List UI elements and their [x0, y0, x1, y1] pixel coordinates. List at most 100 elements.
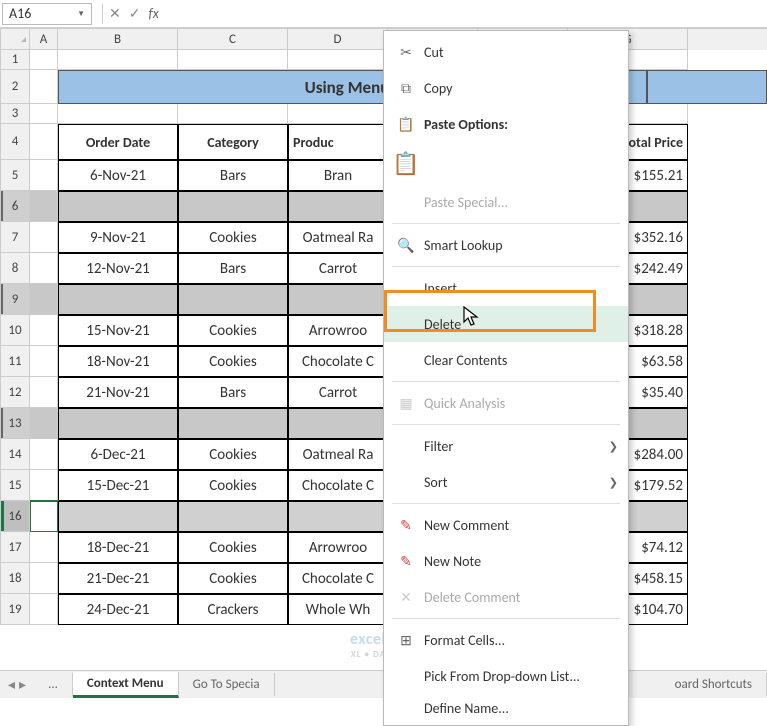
- name-box[interactable]: A16 ▼: [2, 3, 92, 25]
- cell[interactable]: [30, 408, 58, 439]
- cell-category[interactable]: [178, 284, 288, 315]
- cm-insert[interactable]: Insert: [384, 270, 628, 306]
- cm-cut[interactable]: ✂Cut: [384, 34, 628, 70]
- hdr-product[interactable]: Produc: [288, 124, 388, 160]
- cell[interactable]: [30, 253, 58, 284]
- cm-sort[interactable]: Sort❯: [384, 464, 628, 500]
- cell[interactable]: [30, 124, 58, 160]
- cell[interactable]: [288, 104, 388, 124]
- cell-product[interactable]: Oatmeal Ra: [288, 439, 388, 470]
- row-header-7[interactable]: 7: [0, 222, 30, 253]
- cell[interactable]: [30, 532, 58, 563]
- select-all-corner[interactable]: [0, 29, 30, 50]
- row-header-6[interactable]: 6: [0, 191, 30, 222]
- cm-new-note[interactable]: ✎New Note: [384, 543, 628, 579]
- cell-order-date[interactable]: 18-Dec-21: [58, 532, 178, 563]
- cell[interactable]: [30, 470, 58, 501]
- cell-product[interactable]: Chocolate C: [288, 346, 388, 377]
- cm-smart-lookup[interactable]: 🔍Smart Lookup: [384, 227, 628, 263]
- cell[interactable]: [30, 439, 58, 470]
- cm-clear-contents[interactable]: Clear Contents: [384, 342, 628, 378]
- cm-new-comment[interactable]: ✎New Comment: [384, 507, 628, 543]
- cell-category[interactable]: Cookies: [178, 532, 288, 563]
- cell[interactable]: [30, 104, 58, 124]
- cm-copy[interactable]: ⧉Copy: [384, 70, 628, 106]
- fx-icon[interactable]: fx: [148, 5, 158, 22]
- cell-order-date[interactable]: 6-Nov-21: [58, 160, 178, 191]
- row-header-11[interactable]: 11: [0, 346, 30, 377]
- cell[interactable]: [30, 160, 58, 191]
- cell[interactable]: [30, 501, 58, 532]
- cell-product[interactable]: Carrot: [288, 253, 388, 284]
- cell-product[interactable]: Arrowroo: [288, 315, 388, 346]
- cm-define-name[interactable]: Define Name...: [384, 694, 628, 722]
- cell-category[interactable]: [178, 408, 288, 439]
- cell-order-date[interactable]: 15-Nov-21: [58, 315, 178, 346]
- cell-category[interactable]: Bars: [178, 253, 288, 284]
- cell-category[interactable]: Cookies: [178, 315, 288, 346]
- row-header-10[interactable]: 10: [0, 315, 30, 346]
- cell-product[interactable]: Arrowroo: [288, 532, 388, 563]
- col-header-A[interactable]: A: [30, 29, 58, 50]
- cell-order-date[interactable]: [58, 191, 178, 222]
- tab-shortcuts[interactable]: oard Shortcuts: [661, 673, 767, 696]
- cell-category[interactable]: Cookies: [178, 346, 288, 377]
- cm-paste-default[interactable]: 📋: [384, 142, 628, 184]
- cell[interactable]: [58, 50, 178, 70]
- cell-category[interactable]: Bars: [178, 160, 288, 191]
- cell[interactable]: [30, 563, 58, 594]
- cell-product[interactable]: Carrot: [288, 377, 388, 408]
- cell-category[interactable]: Cookies: [178, 563, 288, 594]
- row-header-16[interactable]: 16: [0, 501, 30, 532]
- cell-product[interactable]: [288, 191, 388, 222]
- cell-order-date[interactable]: 6-Dec-21: [58, 439, 178, 470]
- cell[interactable]: [30, 377, 58, 408]
- col-header-C[interactable]: C: [178, 29, 288, 50]
- cell-category[interactable]: Cookies: [178, 222, 288, 253]
- cell-order-date[interactable]: 21-Nov-21: [58, 377, 178, 408]
- row-header-12[interactable]: 12: [0, 377, 30, 408]
- cell[interactable]: [30, 50, 58, 70]
- cell[interactable]: [30, 222, 58, 253]
- cell-order-date[interactable]: 18-Nov-21: [58, 346, 178, 377]
- col-header-B[interactable]: B: [58, 29, 178, 50]
- cell-order-date[interactable]: 12-Nov-21: [58, 253, 178, 284]
- cancel-icon[interactable]: ✕: [109, 5, 121, 22]
- hdr-order-date[interactable]: Order Date: [58, 124, 178, 160]
- row-header-8[interactable]: 8: [0, 253, 30, 284]
- cell-order-date[interactable]: [58, 408, 178, 439]
- cm-filter[interactable]: Filter❯: [384, 428, 628, 464]
- cell[interactable]: [30, 191, 58, 222]
- cell-category[interactable]: Bars: [178, 377, 288, 408]
- cell-order-date[interactable]: 9-Nov-21: [58, 222, 178, 253]
- hdr-category[interactable]: Category: [178, 124, 288, 160]
- cell-product[interactable]: Chocolate C: [288, 470, 388, 501]
- row-header-4[interactable]: 4: [0, 124, 30, 160]
- row-header-13[interactable]: 13: [0, 408, 30, 439]
- enter-icon[interactable]: ✓: [129, 5, 141, 22]
- col-header-D[interactable]: D: [288, 29, 388, 50]
- cell-product[interactable]: [288, 501, 388, 532]
- row-header-1[interactable]: 1: [0, 50, 30, 70]
- cell[interactable]: [178, 50, 288, 70]
- cell-order-date[interactable]: 21-Dec-21: [58, 563, 178, 594]
- cell[interactable]: [30, 284, 58, 315]
- cm-delete[interactable]: Delete: [384, 306, 628, 342]
- cell-product[interactable]: [288, 284, 388, 315]
- cm-pick-list[interactable]: Pick From Drop-down List...: [384, 658, 628, 694]
- cell[interactable]: [288, 50, 388, 70]
- row-header-3[interactable]: 3: [0, 104, 30, 124]
- row-header-5[interactable]: 5: [0, 160, 30, 191]
- triangle-left-icon[interactable]: ◂: [8, 676, 15, 693]
- row-header-17[interactable]: 17: [0, 532, 30, 563]
- cell-category[interactable]: Cookies: [178, 439, 288, 470]
- row-header-19[interactable]: 19: [0, 594, 30, 625]
- cell[interactable]: [30, 70, 58, 104]
- row-header-14[interactable]: 14: [0, 439, 30, 470]
- tab-context-menu[interactable]: Context Menu: [73, 672, 179, 698]
- formula-bar-input[interactable]: [159, 4, 767, 24]
- cell-product[interactable]: Oatmeal Ra: [288, 222, 388, 253]
- row-header-18[interactable]: 18: [0, 563, 30, 594]
- cell-order-date[interactable]: 15-Dec-21: [58, 470, 178, 501]
- cell[interactable]: [30, 315, 58, 346]
